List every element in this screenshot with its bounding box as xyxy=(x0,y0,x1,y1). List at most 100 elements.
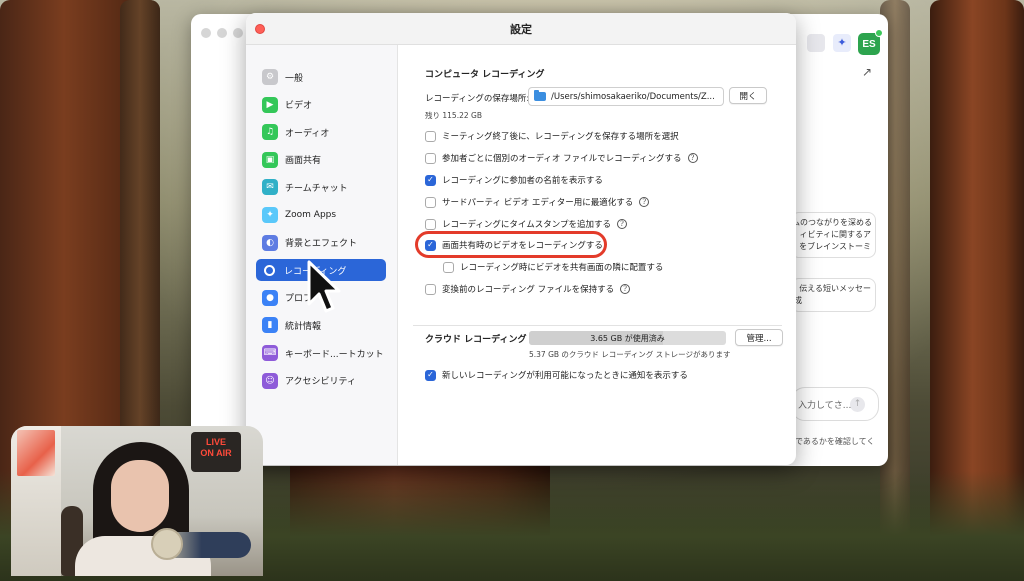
ai-suggestion-text: 成 xyxy=(794,296,802,305)
webcam-artwork xyxy=(17,430,55,476)
option-label: 変換前のレコーディング ファイルを保持する xyxy=(442,285,615,295)
gear-icon: ⚙ xyxy=(262,69,278,85)
microphone-head xyxy=(151,528,183,560)
folder-icon xyxy=(534,90,546,101)
open-folder-button[interactable]: 開く xyxy=(729,87,767,104)
on-air-sign: LIVE ON AIR xyxy=(191,432,241,472)
settings-sidebar: ⚙ 一般 ▶ ビデオ ♫ オーディオ ▣ 画面共有 ✉ チームチャット ✦ Zoom Apps ◐ 背景と… xyxy=(246,45,398,465)
sidebar-item-background[interactable]: ◐ 背景とエフェクト xyxy=(256,232,386,254)
window-close-dot[interactable] xyxy=(201,28,211,38)
notify-checkbox[interactable]: ✓ xyxy=(425,369,436,381)
chat-icon: ✉ xyxy=(262,179,278,196)
recording-option[interactable]: ✓ レコーディングに参加者の名前を表示する xyxy=(425,173,603,187)
screen-share-icon: ▣ xyxy=(262,151,278,168)
option-label: レコーディングにタイムスタンプを追加する xyxy=(442,220,611,230)
ai-prompt-placeholder: 入力してさ... xyxy=(798,400,852,411)
window-minimize-dot[interactable] xyxy=(217,28,227,38)
save-path-text: /Users/shimosakaeriko/Documents/Z... xyxy=(551,91,715,102)
option-checkbox[interactable] xyxy=(425,152,436,164)
sidebar-item-headphones[interactable]: ♫ オーディオ xyxy=(256,121,386,143)
statistics-icon: ▮ xyxy=(262,317,278,334)
ai-suggestion-text: 伝える短いメッセー xyxy=(799,284,871,293)
cloud-recording-heading: クラウド レコーディング xyxy=(425,335,527,345)
sidebar-item-accessibility[interactable]: ☺ アクセシビリティ xyxy=(256,370,386,392)
settings-titlebar: 設定 xyxy=(246,13,796,45)
sidebar-item-label: チームチャット xyxy=(285,183,348,194)
send-icon[interactable]: ↑ xyxy=(850,397,865,412)
sidebar-item-label: オーディオ xyxy=(285,128,330,139)
info-icon[interactable]: ? xyxy=(616,219,627,229)
recording-option[interactable]: 変換前のレコーディング ファイルを保持する? xyxy=(425,282,631,296)
option-checkbox[interactable]: ✓ xyxy=(425,174,436,186)
info-icon[interactable]: ? xyxy=(639,197,650,207)
sidebar-item-video-camera[interactable]: ▶ ビデオ xyxy=(256,94,386,116)
sidebar-item-keyboard[interactable]: ⌨ キーボード...ートカット xyxy=(256,342,386,364)
sidebar-item-label: ビデオ xyxy=(285,101,313,112)
cloud-usage-text: 3.65 GB が使用済み xyxy=(590,333,665,343)
recording-option[interactable]: レコーディング時にビデオを共有画面の隣に配置する xyxy=(443,260,663,274)
apps-icon: ✦ xyxy=(262,207,278,223)
sidebar-item-chat[interactable]: ✉ チームチャット xyxy=(256,176,386,198)
info-icon[interactable]: ? xyxy=(687,153,698,163)
sidebar-item-gear[interactable]: ⚙ 一般 xyxy=(256,66,386,88)
save-location-label: レコーディングの保存場所: xyxy=(425,94,530,104)
option-checkbox[interactable] xyxy=(425,130,436,142)
option-checkbox[interactable] xyxy=(425,218,436,230)
ai-prompt-input[interactable]: 入力してさ... xyxy=(791,387,879,421)
settings-title: 設定 xyxy=(510,23,532,36)
record-icon xyxy=(264,264,275,276)
background-icon: ◐ xyxy=(262,234,278,251)
option-label: 参加者ごとに個別のオーディオ ファイルでレコーディングする xyxy=(442,154,682,164)
option-label: サードパーティ ビデオ エディター用に最適化する xyxy=(442,198,634,208)
section-divider xyxy=(413,325,782,326)
sidebar-item-label: キーボード...ートカット xyxy=(285,349,384,360)
option-label: レコーディングに参加者の名前を表示する xyxy=(442,176,603,186)
sidebar-item-label: 統計情報 xyxy=(285,321,322,332)
presence-dot xyxy=(875,29,883,37)
accessibility-icon: ☺ xyxy=(262,372,278,389)
remaining-space: 残り 115.22 GB xyxy=(425,111,482,120)
info-icon[interactable]: ? xyxy=(620,284,631,294)
sidebar-item-label: 一般 xyxy=(285,73,304,84)
whiteboard-icon[interactable] xyxy=(807,34,825,52)
sidebar-item-label: 画面共有 xyxy=(285,156,322,167)
headphones-icon: ♫ xyxy=(262,124,278,141)
sidebar-item-apps[interactable]: ✦ Zoom Apps xyxy=(256,204,386,226)
notify-recording-option[interactable]: ✓ 新しいレコーディングが利用可能になったときに通知を表示する xyxy=(425,368,688,382)
manage-cloud-button[interactable]: 管理... xyxy=(735,329,783,346)
highlight-ring xyxy=(415,231,607,258)
save-path-field[interactable]: /Users/shimosakaeriko/Documents/Z... xyxy=(528,87,724,106)
profile-icon: ● xyxy=(262,289,278,306)
video-camera-icon: ▶ xyxy=(262,96,278,113)
option-label: レコーディング時にビデオを共有画面の隣に配置する xyxy=(460,263,664,273)
external-link-icon[interactable]: ↗ xyxy=(862,66,874,78)
sidebar-item-label: Zoom Apps xyxy=(285,210,337,220)
sidebar-item-label: アクセシビリティ xyxy=(285,377,357,388)
recording-option[interactable]: サードパーティ ビデオ エディター用に最適化する? xyxy=(425,195,650,209)
mouse-cursor-icon xyxy=(307,260,341,313)
ai-companion-icon[interactable]: ✦ xyxy=(833,34,851,52)
option-label: ミーティング終了後に、レコーディングを保存する場所を選択 xyxy=(442,132,679,142)
ai-suggestion-text: ィビティに関するア xyxy=(799,230,871,239)
webcam-overlay: LIVE ON AIR xyxy=(11,426,263,576)
cloud-usage-bar: 3.65 GB が使用済み xyxy=(529,331,726,345)
notify-label: 新しいレコーディングが利用可能になったときに通知を表示する xyxy=(442,371,688,381)
ai-suggestion-text: をブレインストーミ xyxy=(799,242,871,251)
recording-option[interactable]: レコーディングにタイムスタンプを追加する? xyxy=(425,217,627,231)
presenter-face xyxy=(111,460,169,532)
option-checkbox[interactable] xyxy=(425,196,436,208)
ai-disclaimer: 確であるかを確認してく xyxy=(787,437,875,446)
option-checkbox[interactable] xyxy=(425,283,436,295)
ai-suggestion-card[interactable]: ムのつながりを深める ィビティに関するア をブレインストーミ xyxy=(791,212,876,258)
sidebar-item-label: 背景とエフェクト xyxy=(285,239,358,250)
ai-suggestion-card[interactable]: 伝える短いメッセー 成 xyxy=(791,278,876,312)
option-checkbox[interactable] xyxy=(443,261,454,273)
sidebar-item-screen-share[interactable]: ▣ 画面共有 xyxy=(256,149,386,171)
cloud-storage-note: 5.37 GB のクラウド レコーディング ストレージがあります xyxy=(529,350,731,359)
window-zoom-dot[interactable] xyxy=(233,28,243,38)
keyboard-icon: ⌨ xyxy=(262,345,278,361)
local-recording-heading: コンピュータ レコーディング xyxy=(425,70,545,80)
recording-option[interactable]: 参加者ごとに個別のオーディオ ファイルでレコーディングする? xyxy=(425,151,698,165)
ai-suggestion-text: ムのつながりを深める xyxy=(792,218,872,227)
recording-option[interactable]: ミーティング終了後に、レコーディングを保存する場所を選択 xyxy=(425,129,679,143)
